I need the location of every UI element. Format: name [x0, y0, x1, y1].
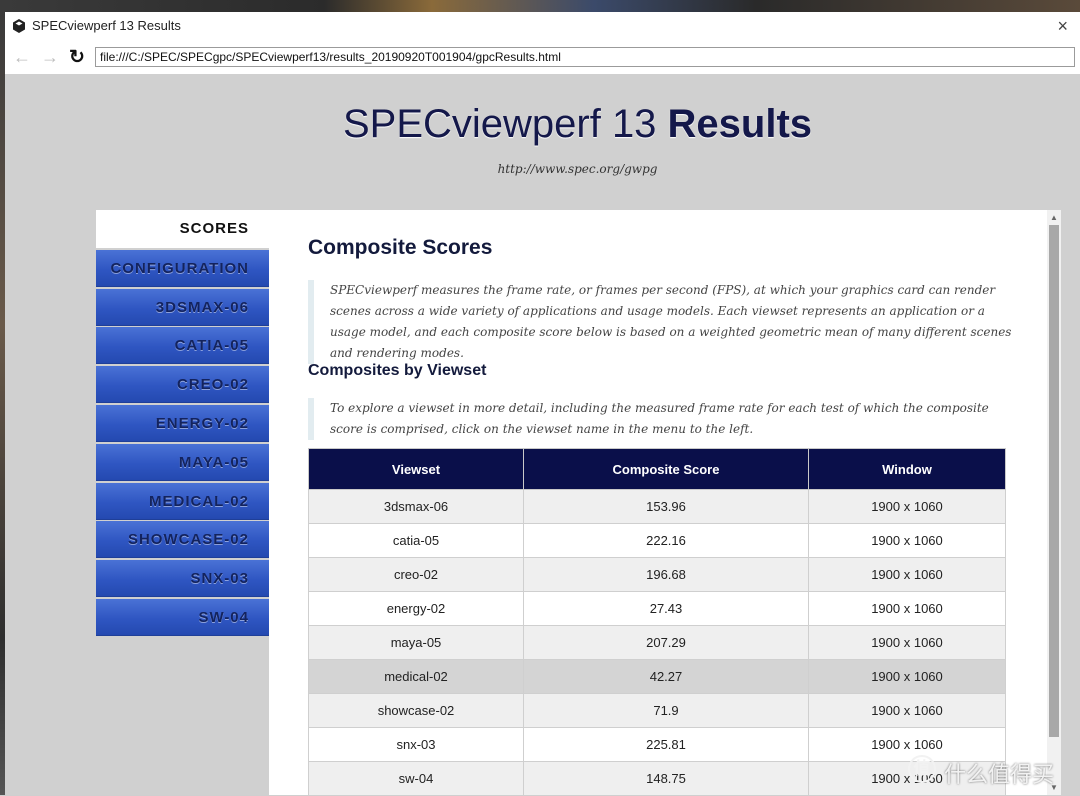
sidebar-item-scores[interactable]: SCORES	[96, 210, 269, 248]
table-row: energy-02 27.43 1900 x 1060	[308, 591, 1006, 626]
column-header-viewset[interactable]: Viewset	[308, 448, 524, 490]
back-arrow-icon[interactable]: ←	[13, 47, 31, 68]
table-row: catia-05 222.16 1900 x 1060	[308, 523, 1006, 558]
sidebar-item-medical-02[interactable]: MEDICAL-02	[96, 482, 269, 520]
window-cell: 1900 x 1060	[808, 591, 1006, 626]
window-cell: 1900 x 1060	[808, 693, 1006, 728]
viewset-cell: catia-05	[308, 523, 524, 558]
sidebar-item-configuration[interactable]: CONFIGURATION	[96, 249, 269, 287]
app-logo-icon	[13, 19, 25, 33]
sidebar-item-energy-02[interactable]: ENERGY-02	[96, 404, 269, 442]
table-row: maya-05 207.29 1900 x 1060	[308, 625, 1006, 660]
score-cell: 71.9	[523, 693, 809, 728]
sidebar-item-creo-02[interactable]: CREO-02	[96, 366, 269, 404]
viewset-cell: medical-02	[308, 659, 524, 694]
sidebar-menu: SCORES CONFIGURATION 3DSMAX-06 CATIA-05 …	[96, 210, 269, 638]
table-row: sw-04 148.75 1900 x 1060	[308, 761, 1006, 796]
viewset-cell: showcase-02	[308, 693, 524, 728]
sidebar-item-maya-05[interactable]: MAYA-05	[96, 443, 269, 481]
score-cell: 225.81	[523, 727, 809, 762]
close-icon[interactable]: ×	[1057, 16, 1068, 37]
explore-note-blockquote: To explore a viewset in more detail, inc…	[308, 398, 1020, 440]
window-cell: 1900 x 1060	[808, 625, 1006, 660]
page-viewport: SPECviewperf 13 Results http://www.spec.…	[5, 74, 1080, 796]
sidebar-item-3dsmax-06[interactable]: 3DSMAX-06	[96, 288, 269, 326]
forward-arrow-icon[interactable]: →	[41, 47, 59, 68]
table-header-row: Viewset Composite Score Window	[308, 448, 1006, 490]
score-cell: 148.75	[523, 761, 809, 796]
table-row: 3dsmax-06 153.96 1900 x 1060	[308, 489, 1006, 524]
window-cell: 1900 x 1060	[808, 659, 1006, 694]
viewset-cell: creo-02	[308, 557, 524, 592]
address-toolbar: ← → ↻ file:///C:/SPEC/SPECgpc/SPECviewpe…	[5, 42, 1080, 75]
viewset-cell: sw-04	[308, 761, 524, 796]
scroll-up-arrow-icon[interactable]: ▲	[1050, 213, 1058, 222]
sidebar-item-snx-03[interactable]: SNX-03	[96, 560, 269, 598]
scrollbar-thumb[interactable]	[1049, 225, 1059, 737]
vertical-scrollbar[interactable]: ▲ ▼	[1047, 210, 1061, 795]
table-row: creo-02 196.68 1900 x 1060	[308, 557, 1006, 592]
watermark-logo: 值	[908, 755, 936, 783]
content-panel: Composite Scores SPECviewperf measures t…	[269, 210, 1047, 796]
window-title: SPECviewperf 13 Results	[32, 18, 181, 33]
score-cell: 207.29	[523, 625, 809, 660]
score-cell: 42.27	[523, 659, 809, 694]
table-row: medical-02 42.27 1900 x 1060	[308, 659, 1006, 694]
table-row: showcase-02 71.9 1900 x 1060	[308, 693, 1006, 728]
window-cell: 1900 x 1060	[808, 489, 1006, 524]
title-bar: SPECviewperf 13 Results ×	[5, 12, 1080, 42]
viewset-cell: snx-03	[308, 727, 524, 762]
viewset-cell: energy-02	[308, 591, 524, 626]
intro-blockquote: SPECviewperf measures the frame rate, or…	[308, 280, 1020, 364]
browser-window: SPECviewperf 13 Results × ← → ↻ file:///…	[5, 12, 1080, 796]
viewset-cell: maya-05	[308, 625, 524, 660]
page-title: SPECviewperf 13 Results	[342, 102, 813, 146]
score-cell: 27.43	[523, 591, 809, 626]
address-bar[interactable]: file:///C:/SPEC/SPECgpc/SPECviewperf13/r…	[95, 47, 1075, 67]
table-row: snx-03 225.81 1900 x 1060	[308, 727, 1006, 762]
score-cell: 222.16	[523, 523, 809, 558]
score-cell: 196.68	[523, 557, 809, 592]
viewset-cell: 3dsmax-06	[308, 489, 524, 524]
column-header-composite-score[interactable]: Composite Score	[523, 448, 809, 490]
sidebar-item-sw-04[interactable]: SW-04	[96, 598, 269, 636]
column-header-window[interactable]: Window	[808, 448, 1006, 490]
reload-icon[interactable]: ↻	[69, 46, 85, 69]
score-cell: 153.96	[523, 489, 809, 524]
composites-by-viewset-heading: Composites by Viewset	[308, 362, 487, 379]
sidebar-item-showcase-02[interactable]: SHOWCASE-02	[96, 521, 269, 559]
watermark-text: 什么值得买	[944, 762, 1055, 787]
sidebar-item-catia-05[interactable]: CATIA-05	[96, 327, 269, 365]
composite-scores-table: Viewset Composite Score Window 3dsmax-06…	[308, 448, 1006, 796]
composite-scores-heading: Composite Scores	[308, 236, 493, 259]
page-subtitle-link[interactable]: http://www.spec.org/gwpg	[5, 162, 1080, 176]
desktop-background-strip	[0, 0, 1080, 12]
window-cell: 1900 x 1060	[808, 523, 1006, 558]
window-cell: 1900 x 1060	[808, 557, 1006, 592]
